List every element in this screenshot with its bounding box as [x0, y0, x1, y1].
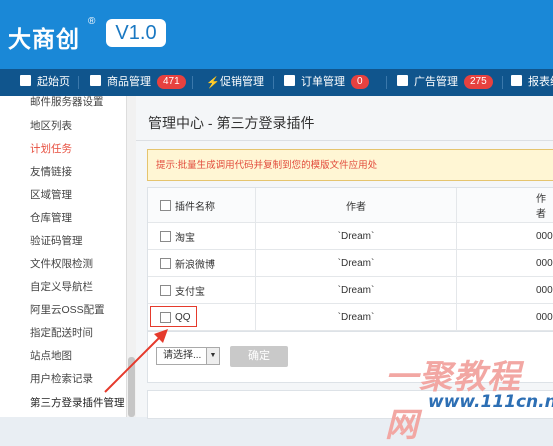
sidebar-item-mail-server[interactable]: 邮件服务器设置 — [30, 96, 104, 109]
row-checkbox[interactable] — [160, 284, 171, 296]
batch-select[interactable]: 请选择... ▼ — [156, 347, 220, 365]
notice-banner: 提示:批量生成调用代码并复制到您的模版文件应用处 — [147, 149, 553, 181]
sidebar-item-delivery-time[interactable]: 指定配送时间 — [30, 325, 93, 340]
select-value: 请选择... — [163, 350, 202, 361]
sidebar-scroll-thumb[interactable] — [128, 357, 135, 417]
table-row: 新浪微博 `Dream` 000 — [148, 250, 553, 277]
sidebar-item-scheduled-tasks[interactable]: 计划任务 — [30, 141, 72, 156]
table-row: 支付宝 `Dream` 000 — [148, 277, 553, 304]
count-badge: 0 — [351, 75, 369, 89]
nav-label: 报表统 — [528, 76, 553, 88]
nav-item-orders[interactable]: 订单管理 0 — [284, 69, 369, 96]
column-header-name: 插件名称 — [175, 201, 215, 213]
plugin-author: `Dream` — [256, 304, 457, 330]
sidebar-item-friend-links[interactable]: 友情链接 — [30, 164, 72, 179]
highlight-box — [150, 306, 197, 327]
confirm-button[interactable]: 确定 — [230, 346, 288, 367]
column-header-author: 作者 — [256, 188, 457, 222]
plugin-extra: 000 — [536, 311, 553, 323]
registered-mark: ® — [88, 16, 96, 27]
top-nav: 起始页 商品管理 471 促销管理 订单管理 0 广告管理 275 报表统 — [0, 69, 553, 96]
logo[interactable]: 大商创 — [8, 20, 80, 54]
nav-label: 起始页 — [37, 76, 70, 88]
plugin-author: `Dream` — [256, 223, 457, 249]
plugin-author: `Dream` — [256, 277, 457, 303]
sidebar-item-area-management[interactable]: 区域管理 — [30, 187, 72, 202]
sidebar-item-regions[interactable]: 地区列表 — [30, 118, 72, 133]
watermark-url: www.111cn.net — [428, 392, 553, 412]
nav-item-reports[interactable]: 报表统 — [511, 69, 553, 96]
plugin-extra: 000 — [536, 257, 553, 269]
plugin-name: 新浪微博 — [175, 259, 215, 271]
plugin-name: 淘宝 — [175, 232, 195, 244]
plugin-extra: 000 — [536, 230, 553, 242]
nav-item-home[interactable]: 起始页 — [20, 69, 70, 96]
lightning-icon — [206, 70, 214, 81]
table-header: 插件名称 作者 作者 — [148, 188, 553, 223]
plugin-table: 插件名称 作者 作者 淘宝 `Dream` 000 新浪微博 `Dream` 0… — [147, 187, 553, 332]
version-badge: V1.0 — [106, 19, 166, 47]
sidebar-item-search-log[interactable]: 用户检索记录 — [30, 371, 93, 386]
sidebar-item-oss-config[interactable]: 阿里云OSS配置 — [30, 302, 105, 317]
column-header-extra: 作者 — [536, 194, 546, 220]
sidebar-item-custom-nav[interactable]: 自定义导航栏 — [30, 279, 93, 294]
page-title: 管理中心 - 第三方登录插件 — [148, 115, 315, 131]
sidebar: 邮件服务器设置 地区列表 计划任务 友情链接 区域管理 仓库管理 验证码管理 文… — [0, 96, 126, 417]
chart-icon — [511, 75, 522, 86]
mail-icon — [90, 75, 101, 86]
row-checkbox[interactable] — [160, 230, 171, 242]
count-badge: 471 — [157, 75, 186, 89]
clipboard-icon — [284, 75, 295, 86]
plugin-author: `Dream` — [256, 250, 457, 276]
table-row: QQ `Dream` 000 — [148, 304, 553, 331]
sidebar-item-sitemap[interactable]: 站点地图 — [30, 348, 72, 363]
table-row: 淘宝 `Dream` 000 — [148, 223, 553, 250]
nav-label: 广告管理 — [414, 76, 458, 88]
select-all-checkbox[interactable] — [160, 199, 171, 211]
plugin-name: 支付宝 — [175, 286, 205, 298]
app-header: 大商创 ® V1.0 — [0, 0, 553, 69]
chevron-down-icon: ▼ — [206, 348, 219, 364]
nav-item-ads[interactable]: 广告管理 275 — [397, 69, 493, 96]
nav-item-promotions[interactable]: 促销管理 — [206, 69, 264, 96]
nav-label: 订单管理 — [301, 76, 345, 88]
plugin-extra: 000 — [536, 284, 553, 296]
sidebar-item-file-permissions[interactable]: 文件权限检测 — [30, 256, 93, 271]
nav-label: 商品管理 — [107, 76, 151, 88]
nav-label: 促销管理 — [220, 76, 264, 88]
sidebar-item-warehouse[interactable]: 仓库管理 — [30, 210, 72, 225]
divider — [136, 140, 553, 141]
nav-item-products[interactable]: 商品管理 471 — [90, 69, 186, 96]
home-icon — [20, 75, 31, 86]
row-checkbox[interactable] — [160, 257, 171, 269]
sidebar-item-captcha[interactable]: 验证码管理 — [30, 233, 83, 248]
speaker-icon — [397, 75, 408, 86]
count-badge: 275 — [464, 75, 493, 89]
sidebar-item-third-party-login[interactable]: 第三方登录插件管理 — [30, 395, 125, 410]
